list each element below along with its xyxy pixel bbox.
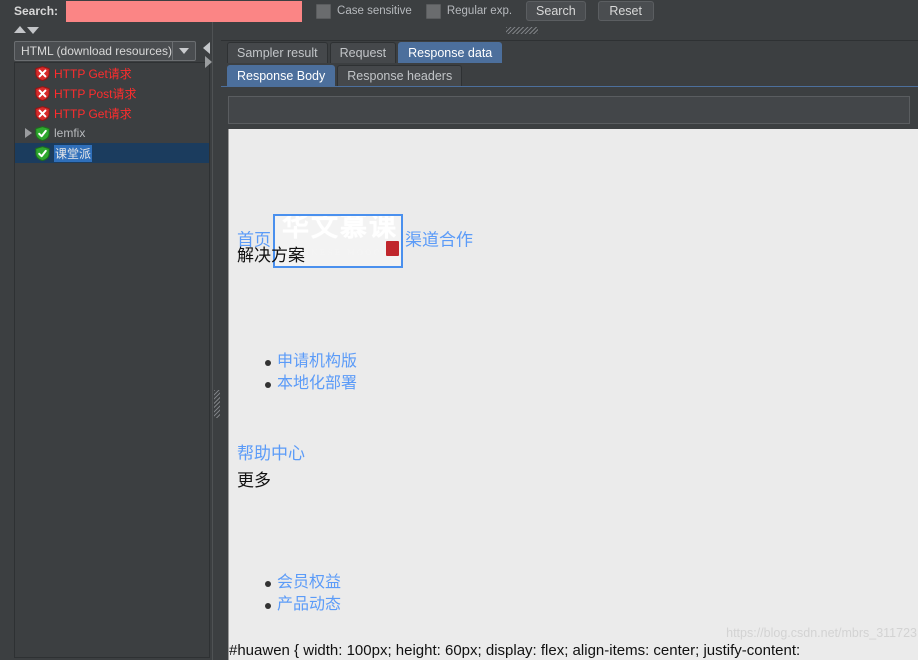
tab-response-data[interactable]: Response data: [398, 42, 503, 63]
tree-row[interactable]: 课堂派: [15, 143, 209, 163]
tab-response-body[interactable]: Response Body: [227, 65, 336, 87]
tree-item-label: 课堂派: [54, 144, 93, 162]
response-find-input[interactable]: [228, 96, 910, 124]
shield-error-icon: [35, 65, 50, 81]
more-text: 更多: [237, 471, 271, 490]
arrow-up-icon[interactable]: [14, 26, 26, 33]
search-toolbar: Search: Case sensitive Regular exp. Sear…: [0, 0, 918, 23]
case-sensitive-checkbox-wrap[interactable]: Case sensitive: [316, 3, 412, 19]
case-sensitive-label: Case sensitive: [337, 5, 412, 17]
renderer-combobox-value: HTML (download resources): [21, 44, 172, 58]
tree-item-label: HTTP Get请求: [54, 66, 132, 81]
arrow-down-icon[interactable]: [27, 27, 39, 34]
regular-exp-label: Regular exp.: [446, 5, 513, 17]
search-button[interactable]: Search: [526, 1, 586, 21]
jmeter-view-results-tree-window: Search: Case sensitive Regular exp. Sear…: [0, 0, 918, 660]
shield-success-icon: [35, 125, 50, 141]
help-center-link[interactable]: 帮助中心: [237, 439, 305, 464]
tree-row[interactable]: HTTP Get请求: [15, 103, 209, 123]
chevron-left-icon[interactable]: [203, 42, 210, 54]
detail-tabs[interactable]: Sampler result Request Response data: [221, 41, 504, 63]
tree-item-label: HTTP Post请求: [54, 86, 137, 101]
sub-heading-solutions: 解决方案: [237, 246, 305, 265]
right-detail-panel: Sampler result Request Response data Respo…: [221, 22, 918, 660]
tree-row[interactable]: lemfix: [15, 123, 209, 143]
csdn-watermark: https://blog.csdn.net/mbrs_311723: [726, 626, 917, 640]
tab-underline: [221, 86, 918, 87]
css-snippet-text: #huawen { width: 100px; height: 60px; di…: [229, 642, 801, 659]
search-input[interactable]: [66, 0, 303, 23]
logo-seal-icon: [386, 241, 399, 256]
tree-row[interactable]: HTTP Post请求: [15, 83, 209, 103]
expand-arrow-icon[interactable]: [21, 128, 35, 138]
solutions-list-item[interactable]: 本地化部署: [264, 373, 357, 395]
case-sensitive-checkbox[interactable]: [316, 3, 332, 19]
solutions-list: 申请机构版 本地化部署: [229, 351, 357, 395]
more-list-item[interactable]: 会员权益: [264, 572, 341, 594]
splitter-grip-icon[interactable]: [506, 27, 538, 34]
left-results-panel: HTML (download resources) HTTP Get请求 HTTP…: [0, 22, 212, 660]
nav-link-channel-cooperation[interactable]: 渠道合作: [405, 230, 473, 249]
tree-item-label: lemfix: [54, 126, 86, 140]
shield-success-icon: [35, 145, 50, 161]
response-sub-tabs[interactable]: Response Body Response headers: [221, 64, 464, 87]
tab-response-headers[interactable]: Response headers: [337, 65, 463, 87]
splitter-grip-icon[interactable]: [214, 390, 220, 418]
more-list-item[interactable]: 产品动态: [264, 594, 341, 616]
response-render-surface: 首页 华文慕课 CHINESE MOOCS 渠道合作 解决方案 申请机构版 本地化…: [228, 129, 918, 660]
horizontal-splitter[interactable]: [221, 22, 918, 41]
renderer-combobox-arrow[interactable]: [172, 42, 195, 60]
chevron-down-icon: [179, 48, 189, 54]
search-label: Search:: [14, 4, 59, 18]
tab-sampler-result[interactable]: Sampler result: [227, 42, 328, 63]
tab-request[interactable]: Request: [329, 42, 397, 63]
rendered-document: 首页 华文慕课 CHINESE MOOCS 渠道合作 解决方案 申请机构版 本地化…: [229, 129, 918, 660]
tree-row[interactable]: HTTP Get请求: [15, 63, 209, 83]
tree-item-label: HTTP Get请求: [54, 106, 132, 121]
more-list: 会员权益 产品动态: [229, 572, 341, 616]
scroll-arrows: [14, 26, 39, 34]
reset-button[interactable]: Reset: [597, 1, 654, 21]
shield-error-icon: [35, 105, 50, 121]
splitter-expand-arrows[interactable]: [203, 42, 213, 70]
regular-exp-checkbox[interactable]: [425, 3, 441, 19]
chevron-right-icon[interactable]: [205, 56, 212, 68]
shield-error-icon: [35, 85, 50, 101]
results-tree[interactable]: HTTP Get请求 HTTP Post请求 HTTP Get请求 lemfix 课堂派: [14, 62, 210, 658]
solutions-list-item[interactable]: 申请机构版: [264, 351, 357, 373]
regular-exp-checkbox-wrap[interactable]: Regular exp.: [425, 3, 513, 19]
renderer-combobox[interactable]: HTML (download resources): [14, 41, 196, 61]
